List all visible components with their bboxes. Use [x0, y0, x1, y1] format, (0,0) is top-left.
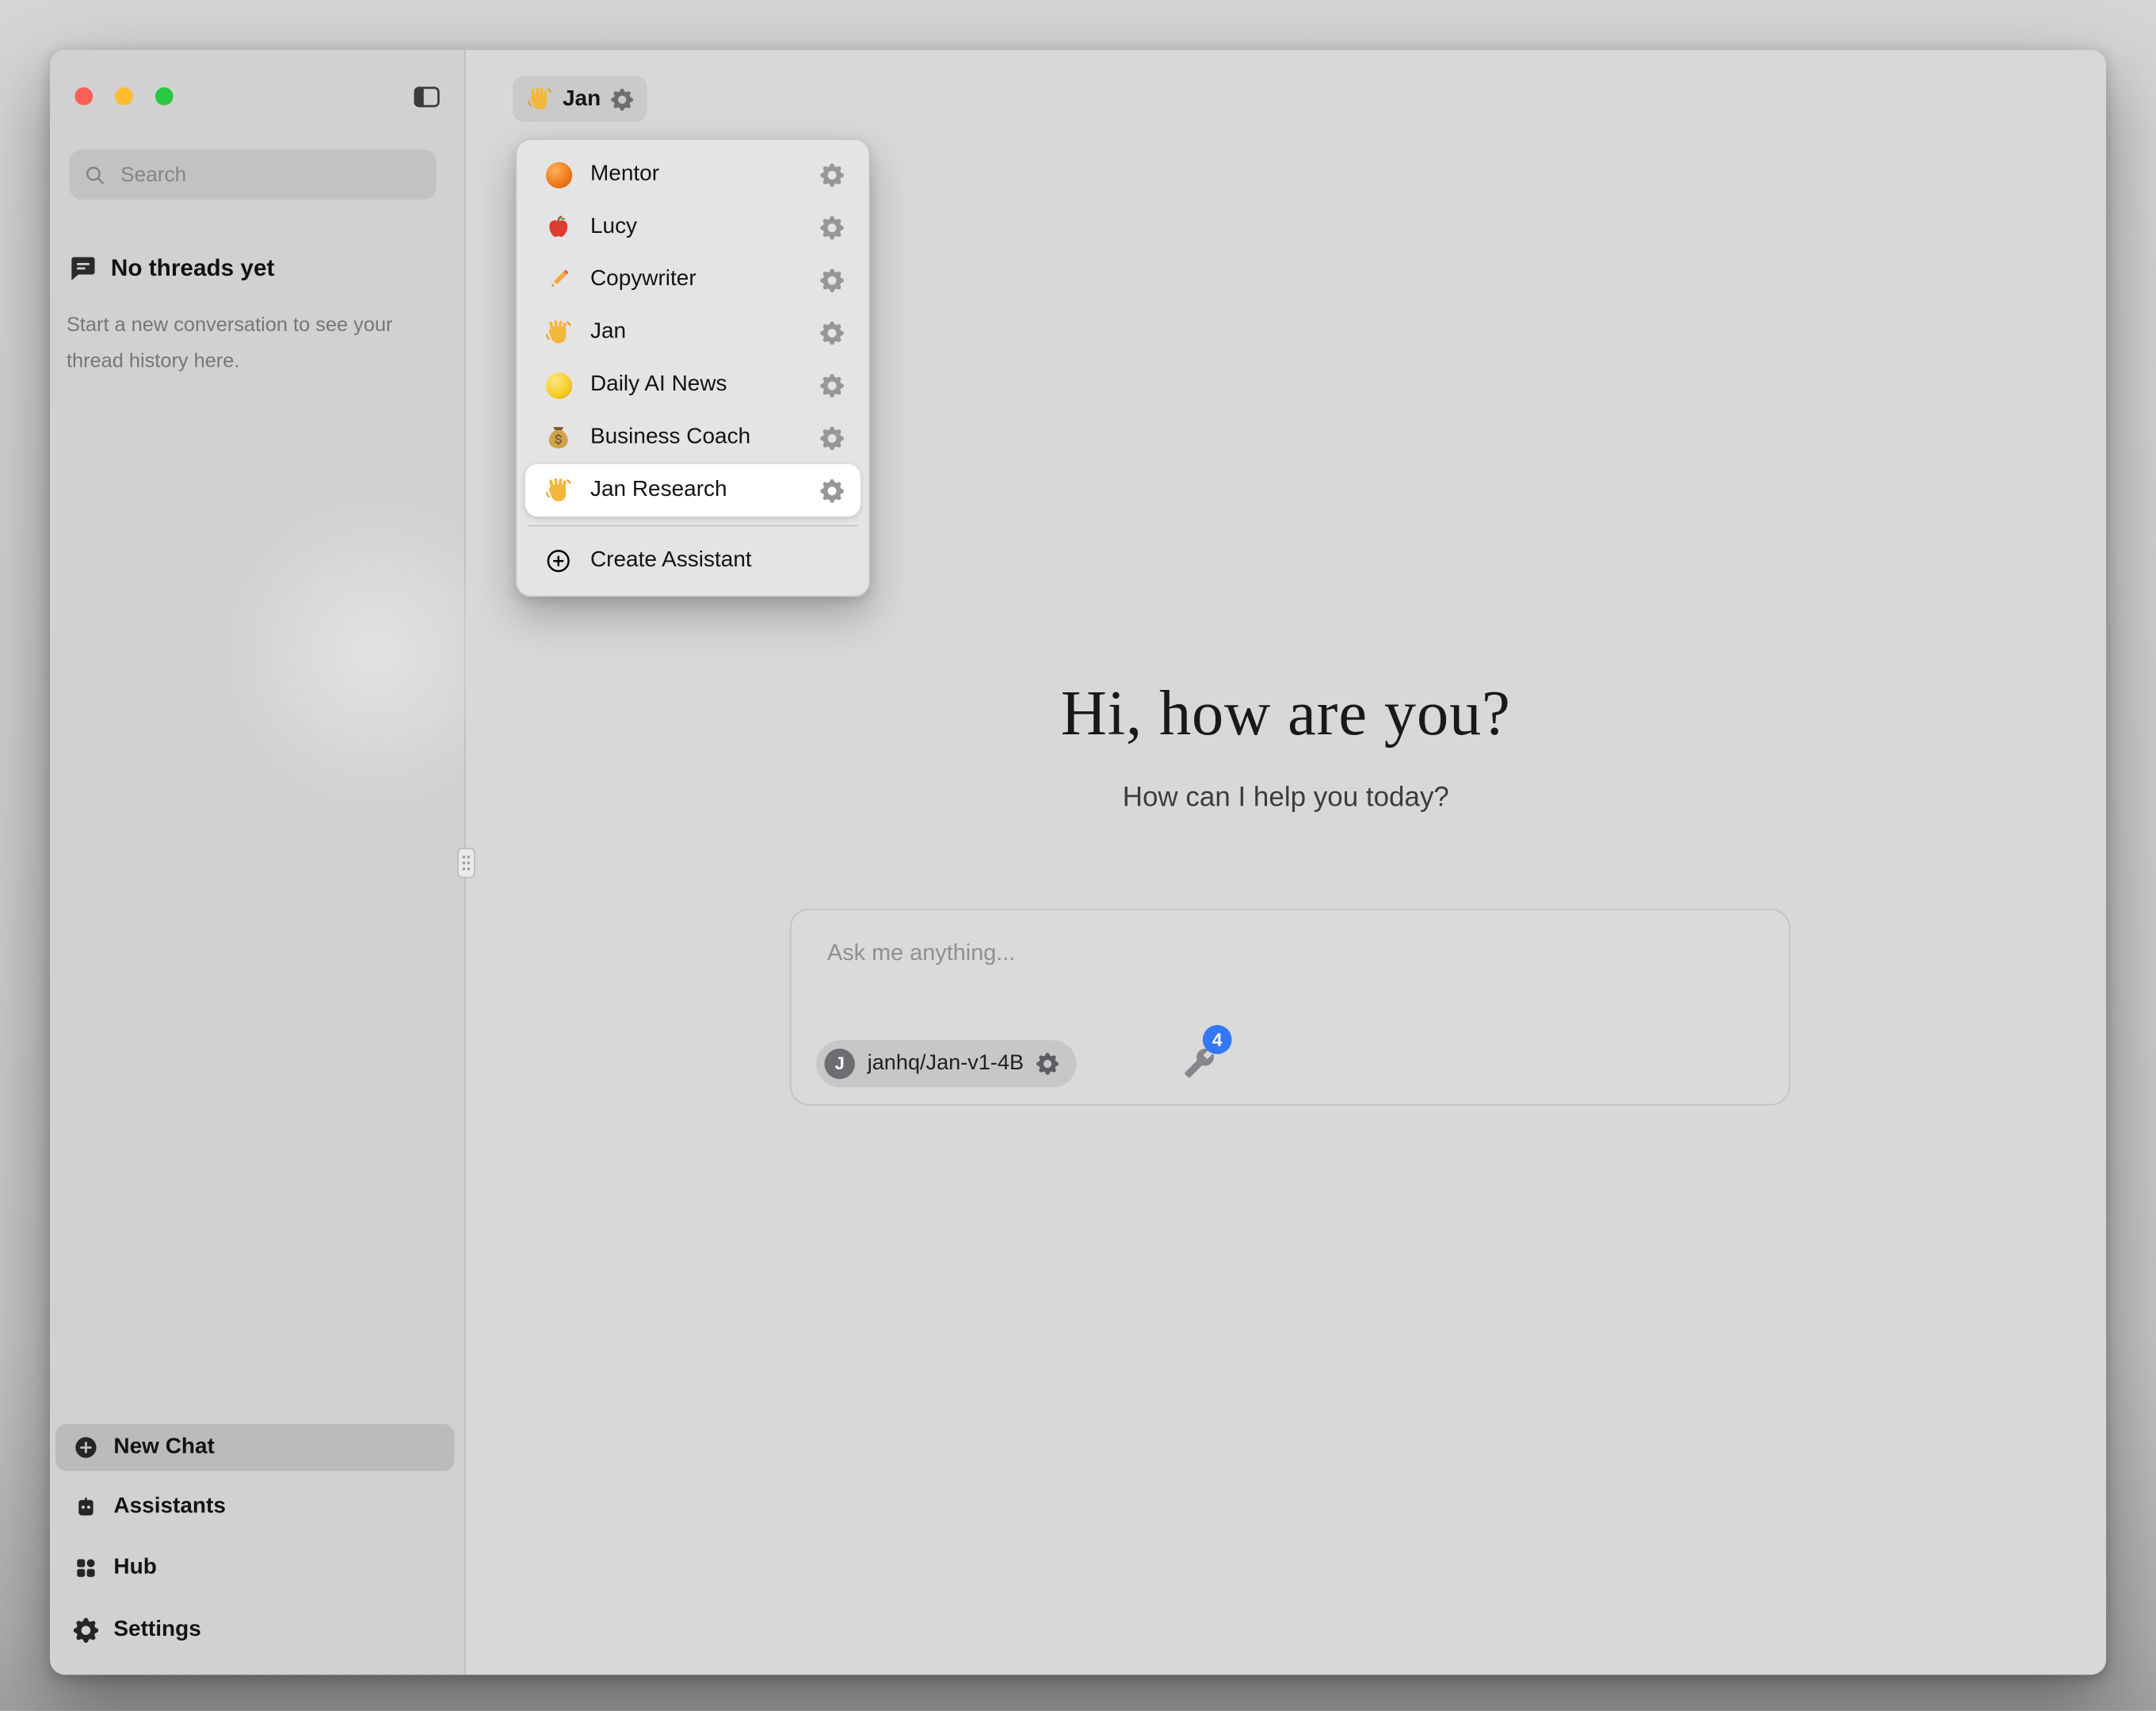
assistant-selector[interactable]: Jan: [513, 76, 647, 122]
nav-assistants-label: Assistants: [113, 1495, 226, 1519]
chat-input[interactable]: [827, 940, 1753, 1020]
new-chat-button[interactable]: New Chat: [55, 1424, 455, 1471]
model-selector[interactable]: J janhq/Jan-v1-4B: [816, 1040, 1077, 1087]
desktop: No threads yet Start a new conversation …: [0, 0, 2156, 1711]
plus-circle-outline-icon: [544, 547, 572, 575]
sidebar-toggle-button[interactable]: [410, 82, 444, 112]
apple-icon: [544, 213, 572, 241]
gear-icon[interactable]: [820, 478, 844, 502]
gear-icon[interactable]: [820, 373, 844, 397]
create-assistant-button[interactable]: Create Assistant: [525, 535, 860, 587]
sidebar: No threads yet Start a new conversation …: [50, 50, 466, 1675]
grid-icon: [74, 1556, 98, 1580]
app-window: No threads yet Start a new conversation …: [50, 50, 2106, 1675]
menu-item-daily-ai-news[interactable]: Daily AI News: [525, 359, 860, 411]
main-area: Jan Mentor Lucy Copywriter: [466, 50, 2106, 1675]
close-window-button[interactable]: [74, 87, 93, 105]
model-provider-badge: J: [824, 1049, 854, 1079]
zoom-window-button[interactable]: [155, 87, 174, 105]
sidebar-panel-icon: [411, 82, 441, 112]
model-gear-icon[interactable]: [1036, 1053, 1059, 1075]
sidebar-resize-handle[interactable]: [457, 848, 475, 878]
menu-item-business-coach[interactable]: Business Coach: [525, 411, 860, 463]
search-input[interactable]: [118, 162, 423, 188]
wave-hand-icon: [527, 86, 553, 112]
greeting-title: Hi, how are you?: [466, 676, 2106, 749]
money-bag-icon: [544, 424, 572, 452]
menu-item-jan[interactable]: Jan: [525, 306, 860, 358]
window-controls: [74, 87, 173, 105]
nav-settings[interactable]: Settings: [55, 1607, 455, 1654]
chat-bubble-icon: [69, 255, 97, 283]
gear-icon[interactable]: [820, 321, 844, 345]
wave-hand-icon: [544, 477, 572, 505]
menu-item-lucy[interactable]: Lucy: [525, 201, 860, 253]
empty-threads-title: No threads yet: [111, 255, 275, 283]
plus-circle-icon: [74, 1435, 98, 1460]
composer[interactable]: J janhq/Jan-v1-4B 4: [790, 909, 1791, 1105]
menu-item-copywriter[interactable]: Copywriter: [525, 253, 860, 306]
model-name-label: janhq/Jan-v1-4B: [868, 1051, 1024, 1076]
yellow-circle-icon: [544, 372, 572, 399]
assistant-gear-icon[interactable]: [610, 88, 632, 110]
greeting: Hi, how are you? How can I help you toda…: [466, 676, 2106, 814]
empty-threads-header: No threads yet: [69, 255, 274, 283]
gear-icon[interactable]: [820, 215, 844, 239]
tools-count-badge: 4: [1203, 1025, 1232, 1054]
gear-icon: [74, 1618, 98, 1642]
new-chat-label: New Chat: [113, 1435, 214, 1460]
menu-item-jan-research[interactable]: Jan Research: [525, 464, 860, 516]
assistant-menu: Mentor Lucy Copywriter Jan: [516, 139, 871, 597]
nav-hub-label: Hub: [113, 1556, 156, 1580]
nav-settings-label: Settings: [113, 1618, 200, 1642]
greeting-subtitle: How can I help you today?: [466, 783, 2106, 814]
nav-hub[interactable]: Hub: [55, 1545, 455, 1591]
minimize-window-button[interactable]: [115, 87, 133, 105]
robot-icon: [74, 1495, 98, 1519]
wave-hand-icon: [544, 318, 572, 346]
menu-item-mentor[interactable]: Mentor: [525, 148, 860, 200]
search-icon: [83, 162, 107, 186]
menu-divider: [528, 525, 857, 527]
search-field[interactable]: [69, 150, 436, 200]
current-assistant-label: Jan: [563, 86, 601, 111]
drag-dots-icon: [459, 848, 474, 878]
empty-threads-subtitle: Start a new conversation to see your thr…: [67, 307, 422, 379]
nav-assistants[interactable]: Assistants: [55, 1484, 455, 1530]
pencil-icon: [544, 266, 572, 294]
gear-icon[interactable]: [820, 426, 844, 450]
gear-icon[interactable]: [820, 162, 844, 186]
gear-icon[interactable]: [820, 268, 844, 292]
orange-circle-icon: [544, 161, 572, 189]
